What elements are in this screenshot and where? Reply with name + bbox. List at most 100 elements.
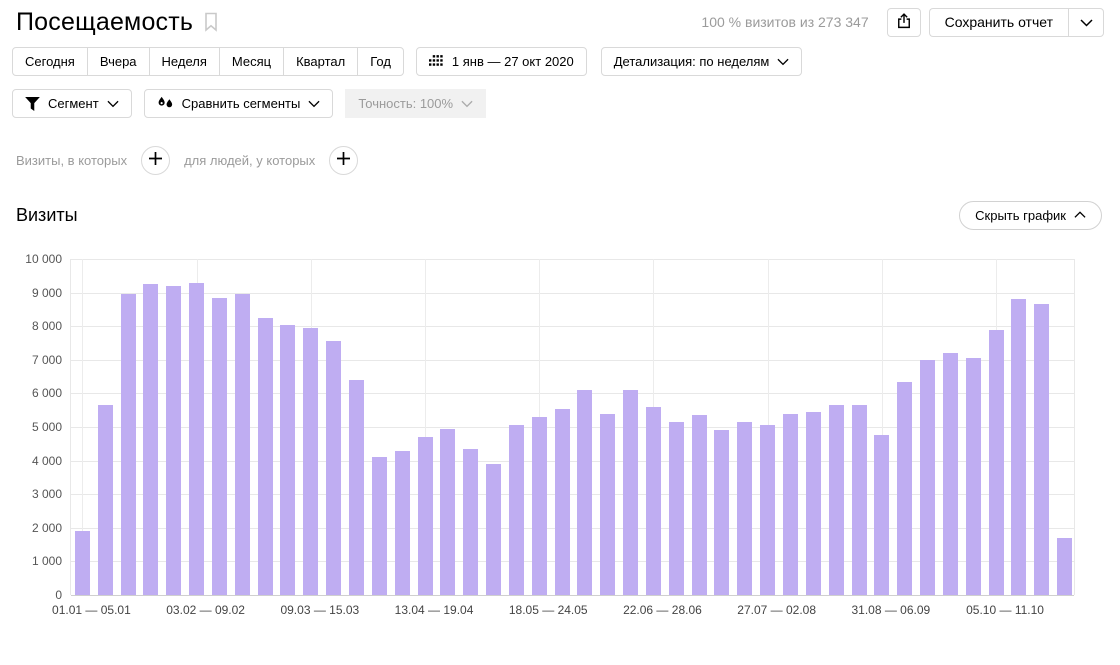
metrica-attendance-page: Посещаемость 100 % визитов из 273 347 Со… (0, 0, 1120, 665)
bar[interactable] (600, 413, 616, 595)
bar[interactable] (828, 405, 844, 595)
detalization-label: Детализация: по неделям (613, 54, 770, 69)
segment-row: Сегмент Сравнить сегменты Точность: 100% (12, 89, 487, 118)
accuracy-button[interactable]: Точность: 100% (345, 89, 487, 118)
bar[interactable] (211, 297, 227, 595)
bar[interactable] (143, 284, 159, 595)
period-tab-1[interactable]: Вчера (86, 47, 150, 76)
bar[interactable] (303, 327, 319, 595)
bar[interactable] (74, 531, 90, 595)
segment-button[interactable]: Сегмент (12, 89, 132, 118)
bar[interactable] (577, 390, 593, 595)
bar[interactable] (760, 425, 776, 595)
gridline-horizontal (71, 292, 1074, 294)
bar[interactable] (805, 411, 821, 595)
calendar-grid-icon (428, 55, 444, 68)
bar[interactable] (486, 463, 502, 595)
chevron-down-icon (1079, 15, 1093, 30)
save-report-button[interactable]: Сохранить отчет (928, 7, 1068, 37)
y-axis-label: 8 000 (31, 319, 62, 334)
period-tab-3[interactable]: Месяц (218, 47, 285, 76)
header: Посещаемость 100 % визитов из 273 347 Со… (16, 4, 1104, 40)
visits-chart: 10 000 9 000 8 000 7 000 6 000 5 000 4 000 3 00… (0, 252, 1120, 632)
bar[interactable] (280, 324, 296, 595)
chevron-down-icon (308, 100, 320, 108)
bar[interactable] (851, 405, 867, 595)
save-report-dropdown-button[interactable] (1068, 7, 1104, 37)
bar[interactable] (920, 359, 936, 595)
share-button[interactable] (886, 7, 921, 37)
bar[interactable] (1034, 304, 1050, 595)
gridline-horizontal (71, 595, 1074, 596)
bar[interactable] (668, 421, 684, 595)
section-title: Визиты (16, 204, 78, 225)
bar[interactable] (897, 381, 913, 595)
bar[interactable] (691, 415, 707, 595)
y-axis-label: 7 000 (31, 352, 62, 367)
bar[interactable] (874, 435, 890, 595)
hide-chart-button[interactable]: Скрыть график (959, 200, 1102, 230)
y-axis-label: 9 000 (31, 285, 62, 300)
bar[interactable] (97, 405, 113, 595)
x-axis-label: 03.02 — 09.02 (166, 603, 245, 617)
bar[interactable] (508, 425, 524, 595)
bar[interactable] (120, 294, 136, 595)
segments-drops-icon (157, 96, 174, 111)
chevron-up-icon (1074, 211, 1086, 219)
period-row: Сегодня Вчера Неделя Месяц Квартал Год 1 янв … (12, 47, 803, 76)
chart-plot-area (70, 259, 1075, 596)
y-axis-label: 6 000 (31, 386, 62, 401)
y-axis-label: 3 000 (31, 487, 62, 502)
bar[interactable] (326, 341, 342, 595)
period-tab-0[interactable]: Сегодня (12, 47, 88, 76)
bar[interactable] (234, 294, 250, 595)
bar[interactable] (394, 450, 410, 595)
bar[interactable] (554, 408, 570, 595)
bar[interactable] (1011, 299, 1027, 595)
y-axis-label: 4 000 (31, 453, 62, 468)
date-range-button[interactable]: 1 янв — 27 окт 2020 (415, 47, 587, 76)
y-axis-label: 1 000 (31, 554, 62, 569)
bar[interactable] (965, 358, 981, 595)
hide-chart-label: Скрыть график (975, 207, 1066, 223)
bar[interactable] (463, 448, 479, 595)
x-axis-label: 27.07 — 02.08 (737, 603, 817, 617)
bar[interactable] (1057, 537, 1073, 595)
y-axis-label: 5 000 (31, 420, 62, 434)
bar[interactable] (531, 416, 547, 595)
bar[interactable] (737, 421, 753, 595)
detalization-button[interactable]: Детализация: по неделям (600, 47, 803, 76)
compare-segments-button[interactable]: Сравнить сегменты (143, 89, 334, 118)
bar[interactable] (371, 457, 387, 595)
bar[interactable] (942, 353, 958, 595)
bar[interactable] (417, 437, 433, 595)
bar[interactable] (623, 390, 639, 595)
bar[interactable] (189, 282, 205, 595)
gridline-horizontal (71, 259, 1074, 260)
period-tab-5[interactable]: Год (357, 47, 404, 76)
x-axis-label: 09.03 — 15.03 (280, 603, 360, 617)
bar[interactable] (645, 406, 661, 595)
period-tab-2[interactable]: Неделя (148, 47, 220, 76)
x-axis-label: 01.01 — 05.01 (52, 603, 131, 617)
section-row: Визиты Скрыть график (16, 200, 1102, 230)
add-people-condition-button[interactable] (329, 145, 359, 175)
add-visit-condition-button[interactable] (141, 145, 171, 175)
bar[interactable] (349, 379, 364, 595)
chevron-down-icon (461, 100, 473, 108)
bar[interactable] (782, 413, 798, 595)
bar[interactable] (440, 428, 456, 595)
bookmark-icon[interactable] (203, 12, 219, 37)
y-axis-label: 2 000 (31, 520, 62, 535)
visits-summary: 100 % визитов из 273 347 (701, 14, 869, 30)
x-axis-label: 22.06 — 28.06 (623, 603, 702, 617)
period-tab-4[interactable]: Квартал (283, 47, 359, 76)
funnel-icon (25, 96, 40, 111)
share-icon (895, 12, 913, 33)
chevron-down-icon (107, 100, 119, 108)
bar[interactable] (166, 285, 182, 595)
y-axis-label: 10 000 (25, 252, 62, 266)
bar[interactable] (257, 317, 273, 595)
bar[interactable] (714, 430, 730, 595)
bar[interactable] (988, 329, 1004, 595)
